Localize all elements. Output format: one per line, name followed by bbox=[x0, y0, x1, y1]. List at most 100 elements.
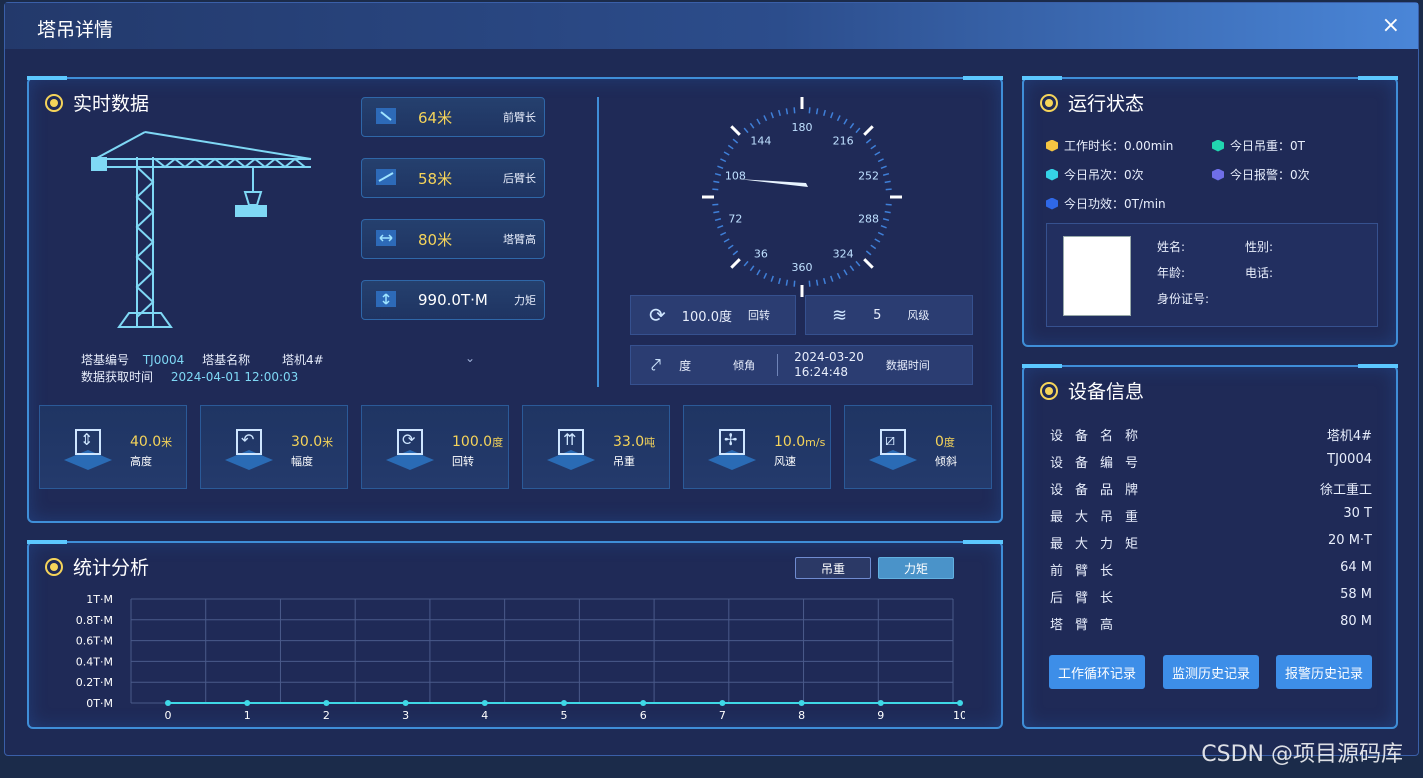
divider bbox=[597, 97, 599, 387]
rotation-box: ⟳ 100.0度 回转 bbox=[630, 295, 796, 335]
rear-arm-label: 后臂长 bbox=[503, 172, 536, 185]
tower-height-icon bbox=[362, 219, 410, 259]
wind-value: 5 bbox=[873, 307, 882, 323]
rear-arm-icon bbox=[362, 158, 410, 198]
realtime-title: 实时数据 bbox=[45, 89, 149, 116]
chart-y-tick: 0.8T·M bbox=[76, 614, 113, 627]
compass-major-tick bbox=[863, 258, 874, 269]
compass-label: 288 bbox=[858, 213, 879, 226]
hex-icon bbox=[1212, 168, 1224, 181]
compass-minor-tick bbox=[855, 260, 861, 267]
compass-label: 180 bbox=[792, 121, 813, 134]
compass-minor-tick bbox=[874, 151, 881, 156]
front-arm-label: 前臂长 bbox=[503, 111, 536, 124]
chevron-down-icon[interactable]: ⌄ bbox=[465, 351, 475, 365]
metric-tile-range: ↶ 30.0米 幅度 bbox=[200, 405, 348, 489]
rotation-value: 100.0度 bbox=[681, 309, 732, 325]
alarm-history-button[interactable]: 报警历史记录 bbox=[1276, 655, 1372, 689]
compass-minor-tick bbox=[884, 210, 891, 214]
device-row-key: 后臂长 bbox=[1050, 591, 1126, 606]
data-clock: 16:24:48 bbox=[794, 365, 849, 379]
compass-major-tick bbox=[730, 125, 741, 136]
chart-point bbox=[165, 700, 171, 706]
box-divider bbox=[777, 354, 779, 376]
metric-tile-tilt: ⧄ 0度 倾斜 bbox=[844, 405, 992, 489]
compass-minor-tick bbox=[712, 188, 719, 191]
compass-needle bbox=[738, 179, 808, 187]
compass-minor-tick bbox=[732, 250, 739, 256]
base-code-value: TJ0004 bbox=[142, 353, 185, 367]
operator-name-label: 姓名: bbox=[1157, 240, 1186, 254]
wind-speed-label: 风速 bbox=[774, 455, 796, 468]
operator-photo bbox=[1063, 236, 1131, 316]
metric-tile-lift-weight: ⇈ 33.0吨 吊重 bbox=[522, 405, 670, 489]
compass-minor-tick bbox=[830, 112, 834, 119]
compass-minor-tick bbox=[815, 108, 819, 115]
device-row-value: 30 T bbox=[1343, 506, 1372, 521]
compass-minor-tick bbox=[785, 108, 789, 115]
tab-torque[interactable]: 力矩 bbox=[878, 557, 954, 579]
compass-minor-tick bbox=[823, 109, 827, 117]
device-row: 塔臂高 80 M bbox=[1050, 614, 1372, 633]
stats-title-text: 统计分析 bbox=[73, 557, 150, 579]
device-row-key: 最大吊重 bbox=[1050, 510, 1151, 525]
data-time-value: 2024-03-20 16:24:48 bbox=[794, 350, 864, 380]
compass-minor-tick bbox=[713, 180, 720, 184]
chart-y-tick: 1T·M bbox=[86, 593, 113, 606]
device-row: 设备品牌 徐工重工 bbox=[1050, 479, 1372, 498]
realtime-title-text: 实时数据 bbox=[73, 93, 150, 115]
compass-minor-tick bbox=[870, 244, 877, 250]
compass-minor-tick bbox=[815, 279, 819, 286]
status-today-alarms: 今日报警：0次 bbox=[1212, 166, 1310, 183]
height-icon: ⇕ bbox=[58, 424, 118, 478]
device-row-value: 64 M bbox=[1340, 560, 1372, 575]
compass-major-tick bbox=[863, 125, 874, 136]
close-icon[interactable]: × bbox=[1382, 13, 1400, 38]
compass-minor-tick bbox=[865, 250, 872, 256]
monitor-history-button[interactable]: 监测历史记录 bbox=[1163, 655, 1259, 689]
work-cycle-record-button[interactable]: 工作循环记录 bbox=[1049, 655, 1145, 689]
compass-minor-tick bbox=[756, 269, 761, 276]
tab-lift-weight[interactable]: 吊重 bbox=[795, 557, 871, 579]
base-name-label: 塔基名称 bbox=[202, 353, 251, 367]
dialog-title: 塔吊详情 bbox=[37, 19, 114, 41]
chart-x-tick: 1 bbox=[244, 709, 251, 719]
device-row: 设备名称 塔机4# bbox=[1050, 425, 1372, 444]
chart-x-tick: 10 bbox=[953, 709, 965, 719]
device-row: 最大力矩 20 M·T bbox=[1050, 533, 1372, 552]
chart-y-tick: 0T·M bbox=[86, 697, 113, 710]
compass-dial: 180 216 252 288 324 360 36 72 108 144 bbox=[702, 97, 902, 297]
compass-minor-tick bbox=[763, 272, 768, 279]
compass-minor-tick bbox=[777, 277, 781, 285]
chart-point bbox=[402, 700, 409, 706]
compass-minor-tick bbox=[793, 280, 796, 287]
compass-minor-tick bbox=[717, 225, 724, 229]
compass-label: 216 bbox=[833, 134, 854, 147]
compass-minor-tick bbox=[823, 277, 827, 285]
operator-phone-label: 电话: bbox=[1245, 266, 1274, 280]
torque-label: 力矩 bbox=[514, 294, 536, 307]
compass-minor-tick bbox=[727, 244, 734, 250]
compass-minor-tick bbox=[777, 109, 781, 117]
tower-height-card: 80米 塔臂高 bbox=[361, 219, 545, 259]
compass-minor-tick bbox=[712, 203, 719, 206]
compass-minor-tick bbox=[727, 144, 734, 150]
compass-minor-tick bbox=[743, 127, 749, 134]
front-arm-icon bbox=[362, 97, 410, 137]
tilt-label: 倾斜 bbox=[935, 455, 957, 468]
torque-value: 990.0T·M bbox=[418, 291, 488, 309]
chart-x-tick: 9 bbox=[877, 709, 884, 719]
compass-label: 360 bbox=[792, 261, 813, 274]
wind-icon: ≋ bbox=[832, 304, 848, 326]
hex-icon bbox=[1212, 139, 1224, 152]
tilt-value: 度 bbox=[679, 358, 692, 373]
device-row-key: 最大力矩 bbox=[1050, 537, 1151, 552]
compass-minor-tick bbox=[882, 172, 890, 176]
base-info: 塔基编号 TJ0004 塔基名称 塔机4# 数据获取时间 2024-04-01 … bbox=[81, 352, 324, 386]
tilt-time-box: ⤤ 度 倾角 2024-03-20 16:24:48 数据时间 bbox=[630, 345, 973, 385]
device-row-key: 设备品牌 bbox=[1050, 483, 1151, 498]
device-row: 前臂长 64 M bbox=[1050, 560, 1372, 579]
chart-point bbox=[719, 700, 726, 706]
status-today-weight: 今日吊重：0T bbox=[1212, 137, 1305, 154]
chart-x-tick: 0 bbox=[165, 709, 172, 719]
